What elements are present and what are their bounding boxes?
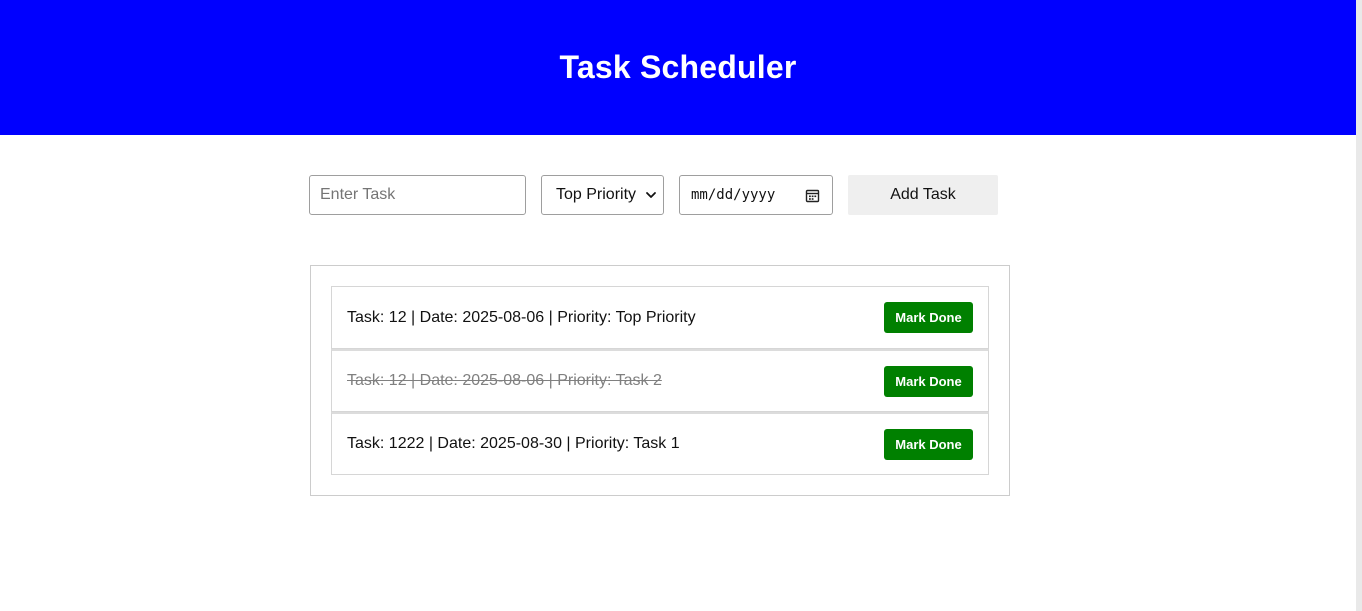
task-text: Task: 12 | Date: 2025-08-06 | Priority: … (347, 372, 662, 389)
app-header: Task Scheduler (0, 0, 1356, 135)
add-task-button[interactable]: Add Task (848, 175, 998, 215)
task-list-panel: Task: 12 | Date: 2025-08-06 | Priority: … (310, 265, 1010, 496)
task-list: Task: 12 | Date: 2025-08-06 | Priority: … (331, 286, 989, 475)
chevron-down-icon (646, 192, 656, 198)
page: Task Scheduler Top Priority mm/dd/yyyy A… (0, 0, 1362, 611)
page-title: Task Scheduler (559, 49, 797, 85)
priority-select[interactable]: Top Priority (541, 175, 664, 215)
task-input[interactable] (309, 175, 526, 215)
task-row: Task: 1222 | Date: 2025-08-30 | Priority… (331, 412, 989, 475)
mark-done-button[interactable]: Mark Done (884, 365, 973, 397)
mark-done-button[interactable]: Mark Done (884, 428, 973, 460)
calendar-icon[interactable] (805, 188, 820, 203)
task-row: Task: 12 | Date: 2025-08-06 | Priority: … (331, 349, 989, 412)
priority-select-value: Top Priority (556, 186, 637, 203)
task-text: Task: 12 | Date: 2025-08-06 | Priority: … (347, 308, 696, 326)
date-input-placeholder: mm/dd/yyyy (691, 187, 776, 203)
date-input[interactable]: mm/dd/yyyy (679, 175, 833, 215)
task-text: Task: 1222 | Date: 2025-08-30 | Priority… (347, 435, 680, 452)
scrollbar[interactable] (1356, 0, 1362, 611)
mark-done-button[interactable]: Mark Done (884, 302, 973, 333)
task-row: Task: 12 | Date: 2025-08-06 | Priority: … (331, 286, 989, 349)
